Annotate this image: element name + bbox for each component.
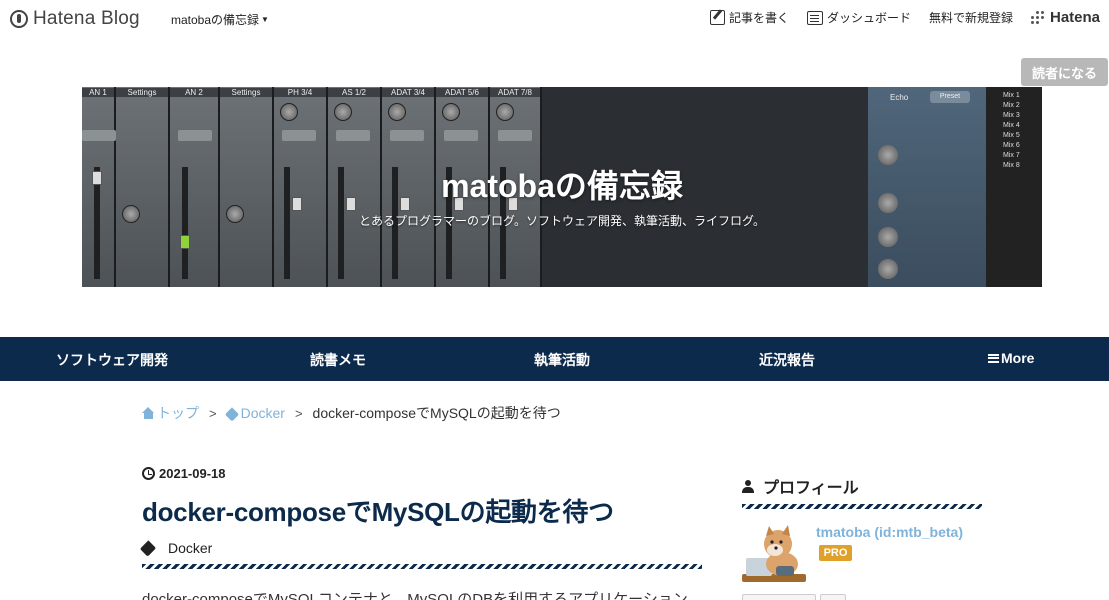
knob — [878, 259, 898, 279]
signup-label: 無料で新規登録 — [928, 11, 1013, 25]
blog-menu-dropdown[interactable]: matobaの備忘録 ▼ — [171, 11, 269, 28]
subscribe-small-button[interactable] — [742, 594, 816, 600]
mute-solo — [390, 130, 424, 141]
category-nav: ソフトウェア開発 読書メモ 執筆活動 近況報告 More — [0, 337, 1109, 381]
dashboard-icon — [806, 10, 823, 25]
menu-icon — [988, 353, 999, 363]
article-date[interactable]: 2021-09-18 — [142, 466, 226, 481]
article-date-text: 2021-09-18 — [159, 466, 226, 481]
hatena-blog-logo[interactable]: Hatena Blog — [10, 8, 140, 30]
knob — [442, 103, 460, 121]
edit-icon — [709, 10, 725, 25]
strip-label: ADAT 7/8 — [490, 88, 540, 97]
article-category-label: Docker — [168, 540, 213, 556]
header-links: 記事を書く ダッシュボード 無料で新規登録 Hatena — [692, 9, 1109, 26]
strip-label: ADAT 3/4 — [382, 88, 434, 97]
nav-item-reading[interactable]: 読書メモ — [310, 350, 366, 370]
mute-solo — [282, 130, 316, 141]
mix-row: Mix 4 — [1003, 122, 1020, 129]
sidebar-divider — [742, 504, 982, 509]
signup-link[interactable]: 無料で新規登録 — [929, 9, 1013, 26]
hatena-menu[interactable]: Hatena — [1031, 9, 1109, 26]
dashboard-label: ダッシュボード — [826, 11, 911, 25]
blog-menu-label: matobaの備忘録 — [171, 13, 260, 27]
nav-item-software[interactable]: ソフトウェア開発 — [56, 350, 168, 370]
breadcrumb-home-label: トップ — [157, 405, 199, 421]
nav-more-label: More — [1001, 350, 1035, 366]
preset-label: Preset — [930, 91, 970, 103]
mute-solo — [444, 130, 478, 141]
nav-item-writing[interactable]: 執筆活動 — [534, 350, 590, 370]
strip-label: PH 3/4 — [274, 88, 326, 97]
write-article-link[interactable]: 記事を書く — [709, 9, 789, 26]
knob — [496, 103, 514, 121]
breadcrumb-separator: > — [294, 405, 303, 421]
tag-icon — [139, 539, 157, 557]
profile-heading: プロフィール — [742, 474, 859, 498]
knob — [334, 103, 352, 121]
knob — [388, 103, 406, 121]
article-category[interactable]: Docker — [139, 539, 213, 557]
logo-text: Hatena Blog — [33, 8, 140, 29]
nav-item-news[interactable]: 近況報告 — [759, 350, 815, 370]
breadcrumb-category-label: Docker — [240, 405, 285, 421]
echo-label: Echo — [890, 93, 909, 102]
mix-row: Mix 3 — [1003, 112, 1020, 119]
level-meter — [180, 235, 190, 249]
blog-title[interactable]: matobaの備忘録 — [82, 161, 1042, 207]
subscribe-button[interactable]: 読者になる — [1021, 58, 1108, 86]
strip-label: Settings — [220, 88, 272, 97]
strip-label: AS 1/2 — [328, 88, 380, 97]
blog-header-image[interactable]: AN 1 Settings AN 2 Settings PH 3/4 AS 1/… — [82, 87, 1042, 287]
blog-description: とあるプログラマーのブログ。ソフトウェア開発、執筆活動、ライフログ。 — [358, 214, 766, 228]
mix-row: Mix 7 — [1003, 152, 1020, 159]
knob — [878, 227, 898, 247]
mute-solo — [82, 130, 116, 141]
mix-row: Mix 1 — [1003, 92, 1020, 99]
mute-solo — [336, 130, 370, 141]
caret-down-icon: ▼ — [261, 15, 269, 24]
hatena-label: Hatena — [1050, 9, 1101, 26]
subscriber-count — [820, 594, 846, 600]
strip-label: Settings — [116, 88, 168, 97]
dashboard-link[interactable]: ダッシュボード — [806, 9, 911, 26]
strip-label: AN 1 — [82, 88, 114, 97]
strip-label: ADAT 5/6 — [436, 88, 488, 97]
article-divider — [142, 564, 702, 569]
mix-row: Mix 5 — [1003, 132, 1020, 139]
profile-buttons — [742, 594, 846, 600]
mute-solo — [498, 130, 532, 141]
profile-heading-label: プロフィール — [763, 480, 859, 497]
breadcrumb-home[interactable]: トップ — [142, 403, 199, 423]
global-header: Hatena Blog matobaの備忘録 ▼ 記事を書く ダッシュボード 無料… — [0, 0, 1109, 38]
tag-icon — [224, 407, 239, 422]
clock-icon — [142, 467, 155, 480]
mute-solo — [178, 130, 212, 141]
profile-username-link[interactable]: tmatoba (id:mtb_beta) — [816, 524, 963, 540]
home-icon — [142, 407, 155, 419]
breadcrumb-current: docker-composeでMySQLの起動を待つ — [312, 405, 561, 421]
mix-row: Mix 6 — [1003, 142, 1020, 149]
breadcrumb: トップ > Docker > docker-composeでMySQLの起動を待… — [142, 403, 561, 423]
hatena-dots-icon — [1031, 10, 1045, 25]
knob — [280, 103, 298, 121]
article-body: docker-composeでMySQLコンテナと、MySQLのDBを利用するア… — [142, 591, 688, 600]
hatena-logo-icon — [10, 10, 28, 28]
nav-more-button[interactable]: More — [988, 350, 1034, 366]
breadcrumb-separator: > — [209, 405, 217, 421]
strip-label: AN 2 — [170, 88, 218, 97]
article-title[interactable]: docker-composeでMySQLの起動を待つ — [142, 492, 614, 529]
mix-row: Mix 2 — [1003, 102, 1020, 109]
breadcrumb-category[interactable]: Docker — [224, 405, 285, 422]
pro-badge: PRO — [819, 545, 852, 561]
user-icon — [742, 479, 754, 493]
avatar[interactable] — [742, 522, 806, 584]
write-article-label: 記事を書く — [728, 11, 789, 25]
